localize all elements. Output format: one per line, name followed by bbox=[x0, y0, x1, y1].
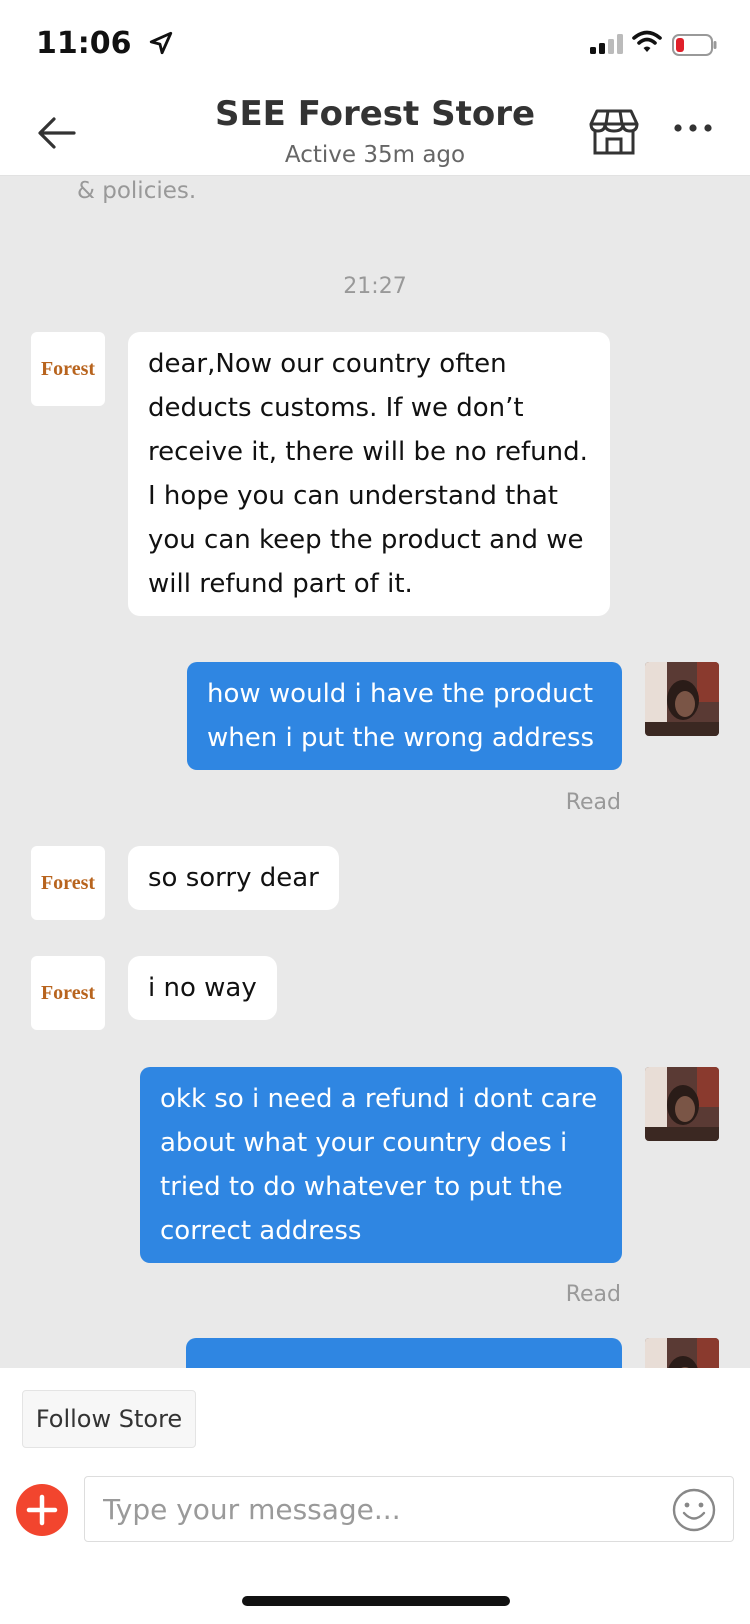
store-avatar-label: Forest bbox=[40, 981, 96, 1004]
user-avatar[interactable] bbox=[645, 1067, 719, 1141]
outgoing-message[interactable] bbox=[186, 1338, 622, 1368]
user-photo bbox=[645, 662, 719, 736]
store-avatar[interactable]: Forest bbox=[31, 846, 105, 920]
more-dots-icon bbox=[674, 124, 712, 132]
store-avatar[interactable]: Forest bbox=[31, 956, 105, 1030]
chat-screen: 11:06 SEE Forest Store Active 35m ago & … bbox=[0, 0, 750, 1624]
smiley-icon bbox=[672, 1488, 716, 1532]
message-input[interactable] bbox=[103, 1477, 653, 1541]
add-button[interactable] bbox=[16, 1484, 68, 1536]
user-photo bbox=[645, 1338, 719, 1368]
incoming-message[interactable]: so sorry dear bbox=[128, 846, 339, 910]
battery-low-icon bbox=[672, 34, 718, 61]
storefront-icon bbox=[589, 109, 639, 155]
follow-store-button[interactable]: Follow Store bbox=[22, 1390, 196, 1448]
outgoing-message[interactable]: okk so i need a refund i dont care about… bbox=[140, 1067, 622, 1263]
message-input-box[interactable] bbox=[84, 1476, 734, 1542]
status-time: 11:06 bbox=[36, 26, 132, 61]
read-receipt: Read bbox=[565, 1282, 621, 1307]
status-bar: 11:06 bbox=[0, 0, 750, 90]
policies-text: & policies. bbox=[77, 178, 197, 204]
home-indicator[interactable] bbox=[242, 1596, 510, 1606]
more-options-button[interactable] bbox=[672, 114, 716, 154]
user-avatar[interactable] bbox=[645, 1338, 719, 1368]
emoji-button[interactable] bbox=[671, 1487, 717, 1533]
wifi-icon bbox=[632, 30, 662, 59]
chat-header: SEE Forest Store Active 35m ago bbox=[0, 90, 750, 176]
message-timestamp: 21:27 bbox=[343, 274, 407, 299]
outgoing-message[interactable]: how would i have the product when i put … bbox=[187, 662, 622, 770]
store-button[interactable] bbox=[588, 108, 640, 156]
location-arrow-icon bbox=[148, 30, 174, 61]
composer-panel: Follow Store bbox=[0, 1368, 750, 1624]
cell-signal-icon bbox=[590, 34, 626, 59]
store-avatar-label: Forest bbox=[40, 871, 96, 894]
store-avatar[interactable]: Forest bbox=[31, 332, 105, 406]
user-avatar[interactable] bbox=[645, 662, 719, 736]
user-photo bbox=[645, 1067, 719, 1141]
message-list[interactable]: & policies. 21:27 Forest dear,Now our co… bbox=[0, 176, 750, 1368]
incoming-message[interactable]: i no way bbox=[128, 956, 277, 1020]
read-receipt: Read bbox=[565, 790, 621, 815]
store-avatar-label: Forest bbox=[40, 357, 96, 380]
add-circle-icon bbox=[26, 1494, 58, 1526]
incoming-message[interactable]: dear,Now our country often deducts custo… bbox=[128, 332, 610, 616]
